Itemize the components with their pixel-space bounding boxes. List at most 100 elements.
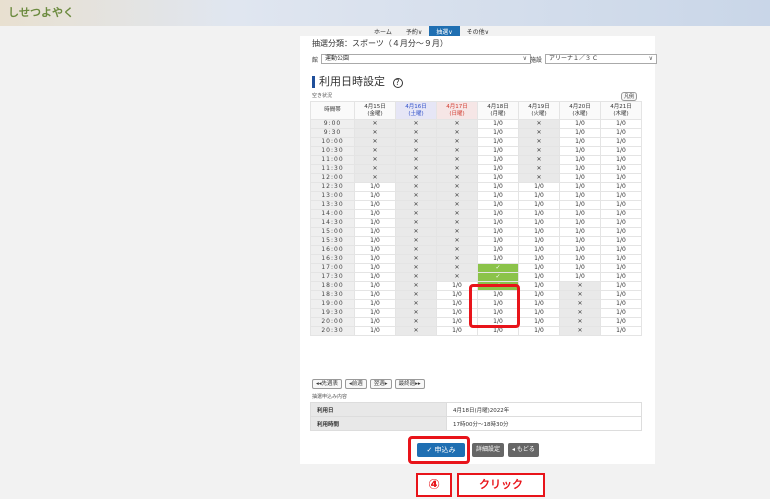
available-slot[interactable]: 1/0: [559, 128, 601, 138]
available-slot[interactable]: 1/0: [518, 317, 560, 327]
available-slot[interactable]: 1/0: [477, 146, 519, 156]
available-slot[interactable]: 1/0: [518, 236, 560, 246]
available-slot[interactable]: 1/0: [518, 299, 560, 309]
available-slot[interactable]: 1/0: [477, 128, 519, 138]
app-logo[interactable]: しせつよやく: [8, 4, 74, 20]
available-slot[interactable]: 1/0: [600, 290, 642, 300]
available-slot[interactable]: 1/0: [600, 326, 642, 336]
available-slot[interactable]: 1/0: [354, 272, 396, 282]
available-slot[interactable]: 1/0: [518, 263, 560, 273]
available-slot[interactable]: 1/0: [600, 317, 642, 327]
help-icon[interactable]: ?: [392, 78, 403, 88]
place-select[interactable]: 運動公園 ∨: [321, 54, 532, 64]
available-slot[interactable]: 1/0: [559, 209, 601, 219]
available-slot[interactable]: 1/0: [600, 218, 642, 228]
available-slot[interactable]: 1/0: [477, 200, 519, 210]
available-slot[interactable]: 1/0: [354, 308, 396, 318]
available-slot[interactable]: 1/0: [600, 281, 642, 291]
available-slot[interactable]: 1/0: [518, 281, 560, 291]
available-slot[interactable]: 1/0: [477, 227, 519, 237]
available-slot[interactable]: 1/0: [477, 191, 519, 201]
available-slot[interactable]: 1/0: [600, 173, 642, 183]
available-slot[interactable]: 1/0: [354, 290, 396, 300]
available-slot[interactable]: 1/0: [559, 263, 601, 273]
available-slot[interactable]: 1/0: [600, 182, 642, 192]
available-slot[interactable]: 1/0: [518, 272, 560, 282]
available-slot[interactable]: 1/0: [518, 290, 560, 300]
available-slot[interactable]: 1/0: [600, 263, 642, 273]
facility-select[interactable]: アリーナ１／３ C ∨: [545, 54, 658, 64]
available-slot[interactable]: 1/0: [559, 200, 601, 210]
available-slot[interactable]: 1/0: [477, 119, 519, 129]
available-slot[interactable]: 1/0: [559, 119, 601, 129]
available-slot[interactable]: 1/0: [518, 308, 560, 318]
available-slot[interactable]: 1/0: [518, 209, 560, 219]
available-slot[interactable]: 1/0: [354, 326, 396, 336]
available-slot[interactable]: 1/0: [600, 119, 642, 129]
detail-settings-button[interactable]: 詳細設定: [472, 443, 505, 457]
prev-week-button[interactable]: ◂前週: [345, 379, 367, 389]
available-slot[interactable]: 1/0: [354, 236, 396, 246]
available-slot[interactable]: 1/0: [477, 173, 519, 183]
available-slot[interactable]: 1/0: [354, 263, 396, 273]
available-slot[interactable]: 1/0: [600, 155, 642, 165]
first-week-button[interactable]: ◂◂先週表: [312, 379, 343, 389]
available-slot[interactable]: 1/0: [477, 236, 519, 246]
available-slot[interactable]: 1/0: [354, 317, 396, 327]
available-slot[interactable]: 1/0: [477, 218, 519, 228]
available-slot[interactable]: 1/0: [559, 164, 601, 174]
available-slot[interactable]: 1/0: [354, 182, 396, 192]
available-slot[interactable]: 1/0: [477, 245, 519, 255]
available-slot[interactable]: 1/0: [559, 272, 601, 282]
available-slot[interactable]: 1/0: [518, 254, 560, 264]
available-slot[interactable]: 1/0: [559, 182, 601, 192]
available-slot[interactable]: 1/0: [518, 326, 560, 336]
selected-slot[interactable]: ✓: [477, 263, 519, 273]
available-slot[interactable]: 1/0: [477, 254, 519, 264]
available-slot[interactable]: 1/0: [518, 182, 560, 192]
selected-slot[interactable]: ✓: [477, 272, 519, 282]
available-slot[interactable]: 1/0: [518, 227, 560, 237]
available-slot[interactable]: 1/0: [518, 200, 560, 210]
available-slot[interactable]: 1/0: [559, 191, 601, 201]
available-slot[interactable]: 1/0: [600, 227, 642, 237]
available-slot[interactable]: 1/0: [354, 218, 396, 228]
available-slot[interactable]: 1/0: [354, 191, 396, 201]
available-slot[interactable]: 1/0: [354, 209, 396, 219]
available-slot[interactable]: 1/0: [559, 155, 601, 165]
available-slot[interactable]: 1/0: [600, 200, 642, 210]
next-week-button[interactable]: 翌週▸: [369, 379, 392, 389]
available-slot[interactable]: 1/0: [354, 254, 396, 264]
available-slot[interactable]: 1/0: [600, 299, 642, 309]
available-slot[interactable]: 1/0: [600, 245, 642, 255]
available-slot[interactable]: 1/0: [600, 164, 642, 174]
available-slot[interactable]: 1/0: [600, 137, 642, 147]
available-slot[interactable]: 1/0: [600, 272, 642, 282]
available-slot[interactable]: 1/0: [600, 254, 642, 264]
available-slot[interactable]: 1/0: [477, 137, 519, 147]
available-slot[interactable]: 1/0: [354, 200, 396, 210]
available-slot[interactable]: 1/0: [477, 182, 519, 192]
available-slot[interactable]: 1/0: [600, 146, 642, 156]
available-slot[interactable]: 1/0: [354, 245, 396, 255]
available-slot[interactable]: 1/0: [600, 128, 642, 138]
available-slot[interactable]: 1/0: [559, 137, 601, 147]
available-slot[interactable]: 1/0: [600, 209, 642, 219]
available-slot[interactable]: 1/0: [559, 173, 601, 183]
available-slot[interactable]: 1/0: [559, 227, 601, 237]
available-slot[interactable]: 1/0: [600, 191, 642, 201]
available-slot[interactable]: 1/0: [600, 236, 642, 246]
available-slot[interactable]: 1/0: [559, 245, 601, 255]
available-slot[interactable]: 1/0: [518, 191, 560, 201]
available-slot[interactable]: 1/0: [559, 146, 601, 156]
available-slot[interactable]: 1/0: [354, 227, 396, 237]
available-slot[interactable]: 1/0: [354, 299, 396, 309]
last-week-button[interactable]: 最終週▸▸: [394, 379, 425, 389]
available-slot[interactable]: 1/0: [600, 308, 642, 318]
back-button[interactable]: ◂ もどる: [508, 443, 539, 457]
legend-button[interactable]: 凡例: [621, 92, 638, 101]
available-slot[interactable]: 1/0: [354, 281, 396, 291]
available-slot[interactable]: 1/0: [559, 254, 601, 264]
available-slot[interactable]: 1/0: [477, 209, 519, 219]
available-slot[interactable]: 1/0: [559, 218, 601, 228]
